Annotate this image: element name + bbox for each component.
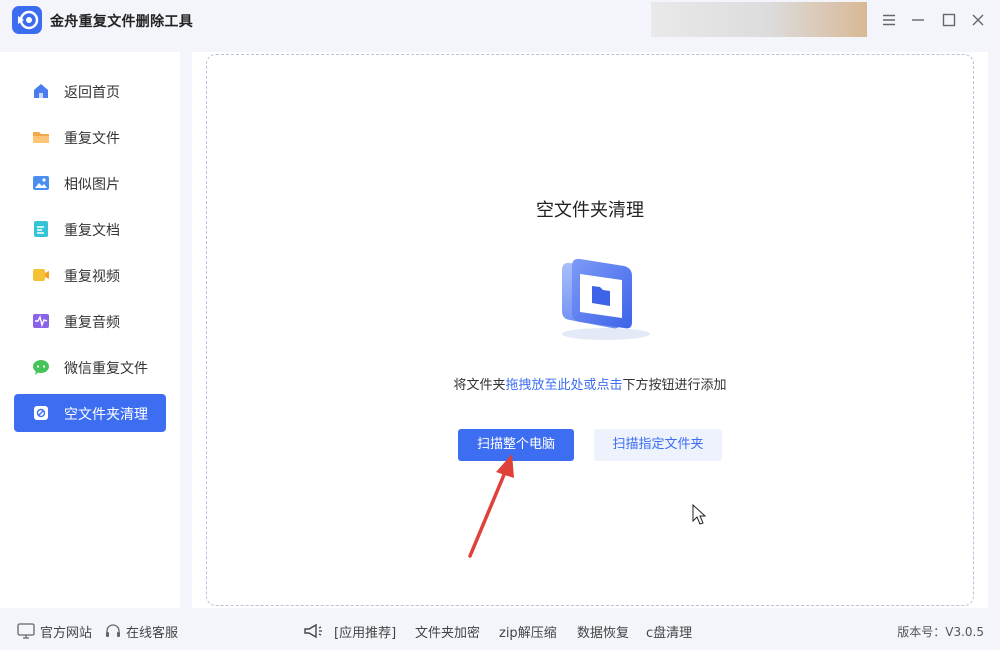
maximize-icon[interactable] (939, 10, 959, 30)
sidebar-item-home[interactable]: 返回首页 (14, 72, 166, 110)
monitor-icon (17, 623, 35, 639)
header-banner[interactable] (651, 2, 867, 37)
app-title: 金舟重复文件删除工具 (50, 14, 193, 30)
data-recovery-link[interactable]: 数据恢复 (577, 622, 629, 641)
hint-link[interactable]: 拖拽放至此处或点击 (505, 378, 622, 393)
drop-hint: 将文件夹拖拽放至此处或点击下方按钮进行添加 (192, 374, 988, 393)
sidebar-item-label: 重复视频 (64, 269, 120, 285)
zip-extract-link[interactable]: zip解压缩 (499, 622, 557, 641)
megaphone-icon (303, 623, 322, 639)
page-title: 空文件夹清理 (536, 200, 644, 221)
hint-prefix: 将文件夹 (453, 378, 506, 393)
app-logo (12, 6, 42, 34)
sidebar-item-duplicate-audio[interactable]: 重复音频 (14, 302, 166, 340)
sidebar-item-wechat[interactable]: 微信重复文件 (14, 348, 166, 386)
sidebar-item-label: 空文件夹清理 (64, 407, 148, 423)
sidebar-item-label: 重复音频 (64, 315, 120, 331)
sidebar-item-empty-folder[interactable]: 空文件夹清理 (14, 394, 166, 432)
sidebar-item-label: 重复文档 (64, 223, 120, 239)
image-icon (32, 174, 50, 192)
sidebar-item-label: 微信重复文件 (64, 361, 148, 377)
document-icon (32, 220, 50, 238)
minimize-icon[interactable] (908, 10, 928, 30)
sidebar-item-label: 重复文件 (64, 131, 120, 147)
headset-icon (104, 623, 122, 639)
footer: 官方网站 在线客服 [应用推荐] 文件夹加密 zip解压缩 数据恢复 c盘清理 … (0, 612, 1000, 650)
sidebar-item-duplicate-docs[interactable]: 重复文档 (14, 210, 166, 248)
menu-icon[interactable] (879, 10, 899, 30)
home-icon (32, 82, 50, 100)
video-icon (32, 266, 50, 284)
main-panel: 空文件夹清理 将文件夹拖拽放至此处或点击下方按钮进行添加 扫描整个电脑 扫描指定… (192, 52, 988, 608)
folder-icon (32, 128, 50, 146)
sidebar-item-similar-images[interactable]: 相似图片 (14, 164, 166, 202)
sidebar-item-label: 返回首页 (64, 85, 120, 101)
mouse-cursor-icon (692, 504, 707, 525)
sidebar-item-label: 相似图片 (64, 177, 120, 193)
folder-encrypt-link[interactable]: 文件夹加密 (415, 622, 480, 641)
close-icon[interactable] (968, 10, 988, 30)
sidebar: 返回首页 重复文件 相似图片 重复文档 重复视频 重复音频 微信重复文件 空文件… (0, 52, 180, 608)
sidebar-item-duplicate-files[interactable]: 重复文件 (14, 118, 166, 156)
empty-folder-icon (32, 404, 50, 422)
annotation-arrow-icon (468, 454, 514, 558)
audio-icon (32, 312, 50, 330)
wechat-icon (32, 358, 50, 376)
sidebar-item-duplicate-videos[interactable]: 重复视频 (14, 256, 166, 294)
hint-suffix: 下方按钮进行添加 (622, 378, 727, 393)
app-recommend-label: [应用推荐] (334, 626, 397, 641)
official-site-link[interactable]: 官方网站 (40, 622, 92, 641)
title-bar: 金舟重复文件删除工具 (0, 0, 1000, 40)
c-drive-clean-link[interactable]: c盘清理 (646, 622, 692, 641)
folder-illustration-icon (548, 256, 654, 342)
version-label: 版本号：V3.0.5 (897, 625, 984, 639)
online-service-link[interactable]: 在线客服 (126, 622, 178, 641)
scan-folder-button[interactable]: 扫描指定文件夹 (594, 429, 722, 461)
